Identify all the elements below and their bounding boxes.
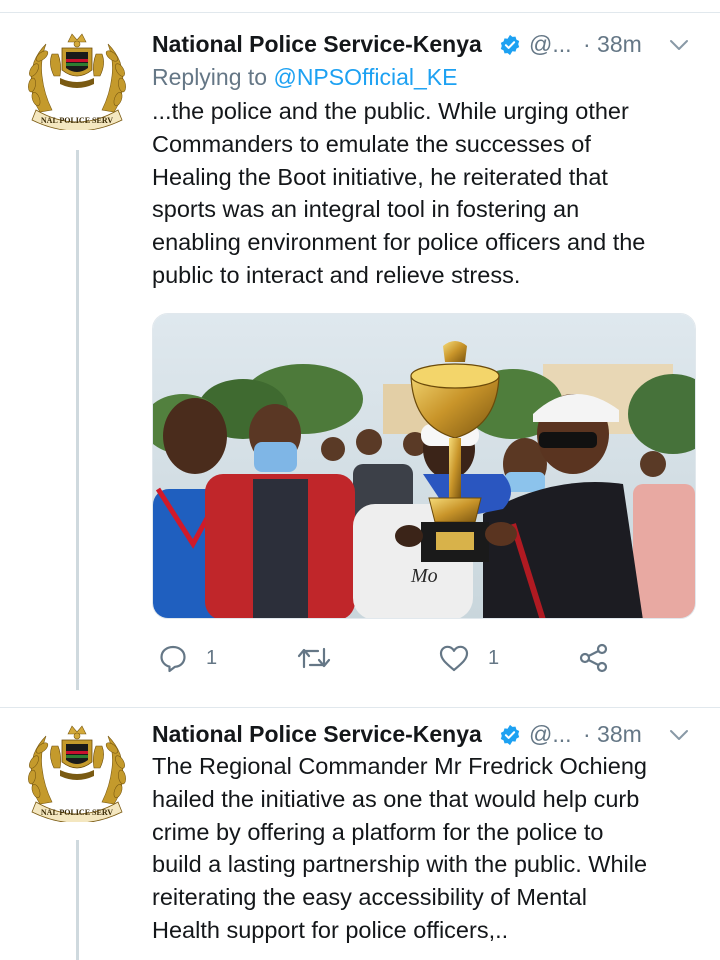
seal-text: NAL POLICE SERV [41, 808, 113, 817]
share-button[interactable] [578, 640, 610, 676]
tweet[interactable]: NAL POLICE SERV National Police Service-… [0, 708, 720, 960]
tweet-action-bar: 1 1 [152, 640, 622, 676]
reply-count: 1 [206, 646, 218, 669]
tweet-timestamp[interactable]: · 38m [583, 719, 642, 749]
tweet-text: The Regional Commander Mr Fredrick Ochie… [152, 753, 648, 943]
seal-text: NAL POLICE SERV [41, 116, 113, 125]
replying-to-handle-link[interactable]: @NPSOfficial_KE [273, 64, 457, 90]
retweet-icon [297, 647, 331, 669]
author-name[interactable]: National Police Service-Kenya [152, 719, 482, 749]
author-handle[interactable]: @... [529, 29, 572, 59]
author-handle[interactable]: @... [529, 719, 572, 749]
like-count: 1 [488, 646, 500, 669]
share-icon [579, 643, 608, 673]
tweet-text: ...the police and the public. While urgi… [152, 98, 646, 288]
replying-to-prefix: Replying to [152, 64, 274, 90]
chevron-down-icon[interactable] [668, 37, 690, 53]
tweet-content: National Police Service-Kenya @... · 38m… [152, 29, 704, 292]
author-name[interactable]: National Police Service-Kenya [152, 29, 482, 59]
tweet-photo[interactable]: Mo [152, 313, 696, 619]
verified-badge-icon [500, 34, 520, 56]
retweet-button[interactable] [296, 640, 350, 676]
police-seal-logo: NAL POLICE SERV [28, 725, 126, 824]
replying-to: Replying to @NPSOfficial_KE [152, 61, 704, 93]
avatar[interactable]: NAL POLICE SERV [22, 722, 132, 824]
heart-icon [439, 645, 469, 672]
chevron-down-icon[interactable] [668, 727, 690, 743]
tweet-content: National Police Service-Kenya @... · 38m… [152, 719, 704, 947]
reply-icon [160, 645, 186, 673]
verified-badge-icon [500, 724, 520, 746]
tweet-header: National Police Service-Kenya @... · 38m [152, 29, 704, 59]
police-seal-logo: NAL POLICE SERV [28, 33, 126, 132]
trophy-presentation-photo: Mo [153, 314, 695, 618]
like-button[interactable]: 1 [438, 640, 499, 676]
tweet-timestamp[interactable]: · 38m [583, 29, 642, 59]
jersey-text: Mo [410, 565, 438, 587]
avatar[interactable]: NAL POLICE SERV [22, 30, 132, 132]
tweet-header: National Police Service-Kenya @... · 38m [152, 719, 704, 749]
reply-button[interactable]: 1 [158, 640, 217, 676]
tweet[interactable]: NAL POLICE SERV National Police Service-… [0, 0, 720, 707]
